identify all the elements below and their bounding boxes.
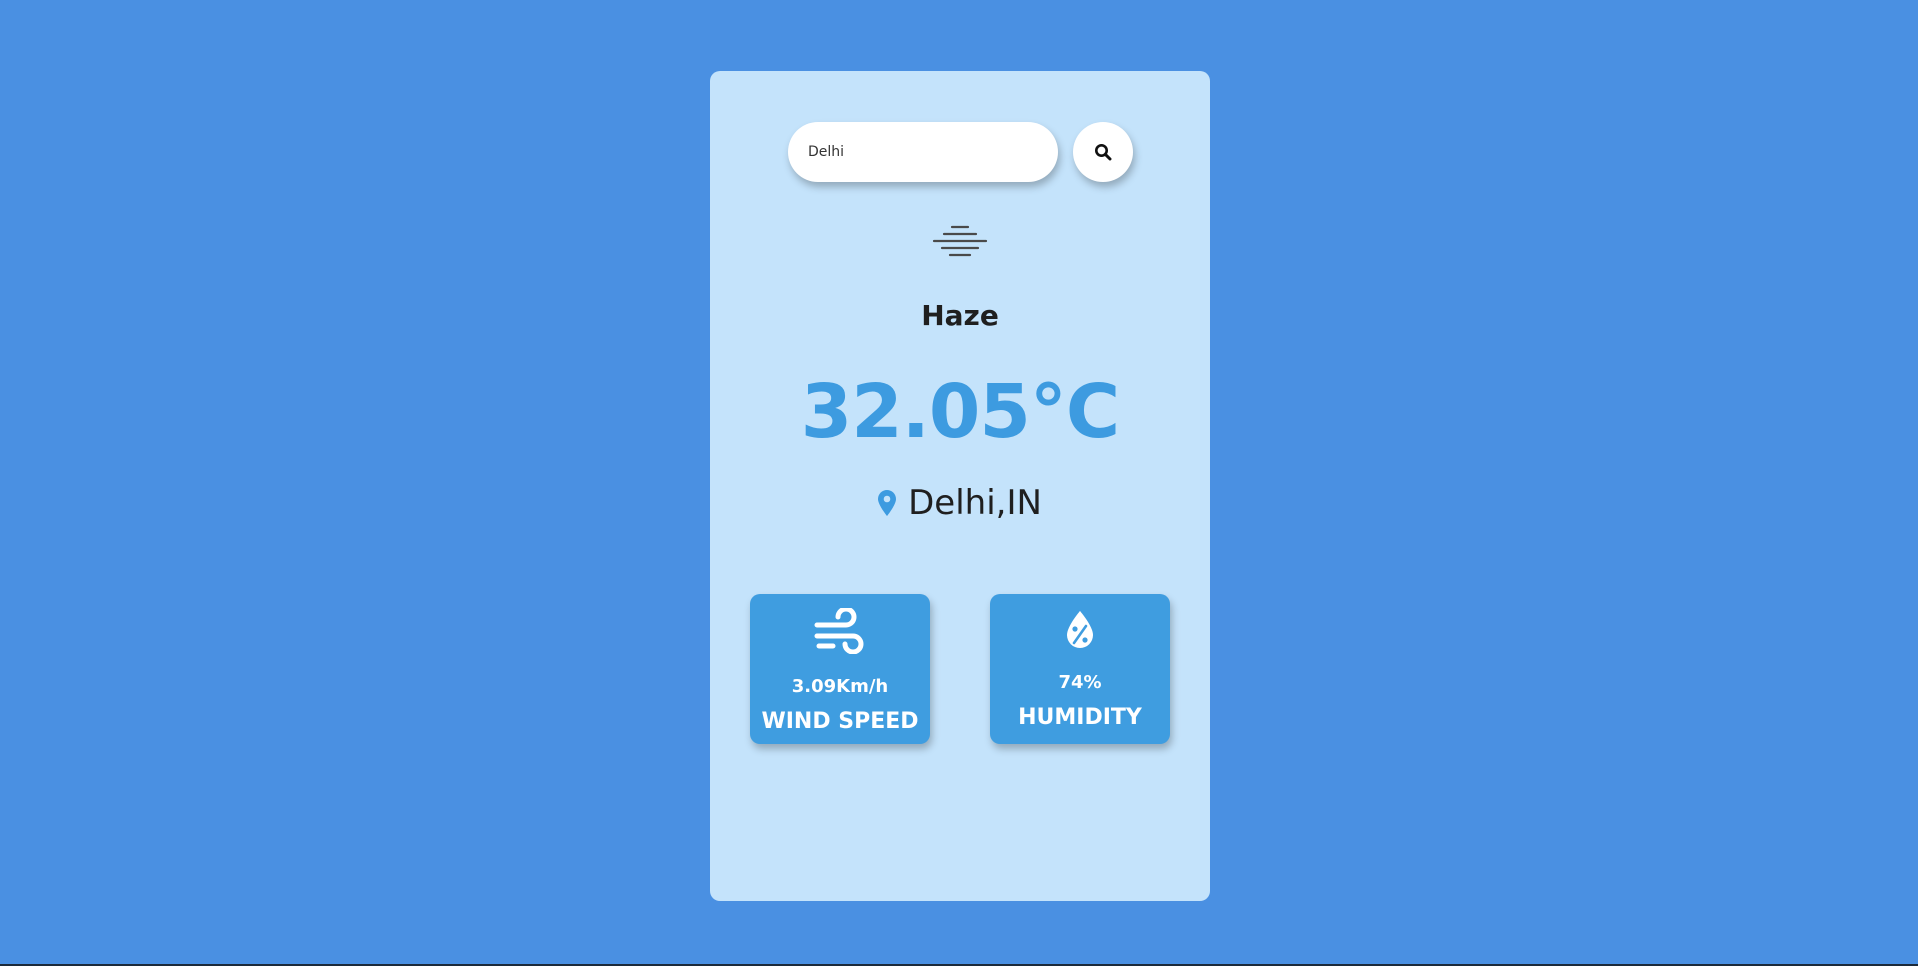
location-row: Delhi,IN xyxy=(710,483,1210,523)
wind-speed-label: WIND SPEED xyxy=(761,709,919,734)
search-button[interactable] xyxy=(1073,122,1133,182)
haze-icon xyxy=(932,225,988,257)
search-icon xyxy=(1095,144,1112,161)
humidity-value: 74% xyxy=(1058,672,1102,693)
temperature-value: 32.05°C xyxy=(800,369,1120,455)
wind-speed-box: 3.09Km/h WIND SPEED xyxy=(750,594,930,744)
wind-speed-value: 3.09Km/h xyxy=(791,676,889,697)
wind-icon xyxy=(814,608,864,654)
city-search-input[interactable] xyxy=(788,122,1058,182)
weather-condition: Haze xyxy=(921,299,999,332)
humidity-icon xyxy=(1067,611,1093,648)
location-pin-icon xyxy=(878,490,897,516)
humidity-label: HUMIDITY xyxy=(1018,705,1142,730)
weather-card: Haze 32.05°C Delhi,IN 3.09Km/h WIND SPEE… xyxy=(710,71,1210,901)
humidity-box: 74% HUMIDITY xyxy=(990,594,1170,744)
location-name: Delhi,IN xyxy=(908,483,1042,523)
